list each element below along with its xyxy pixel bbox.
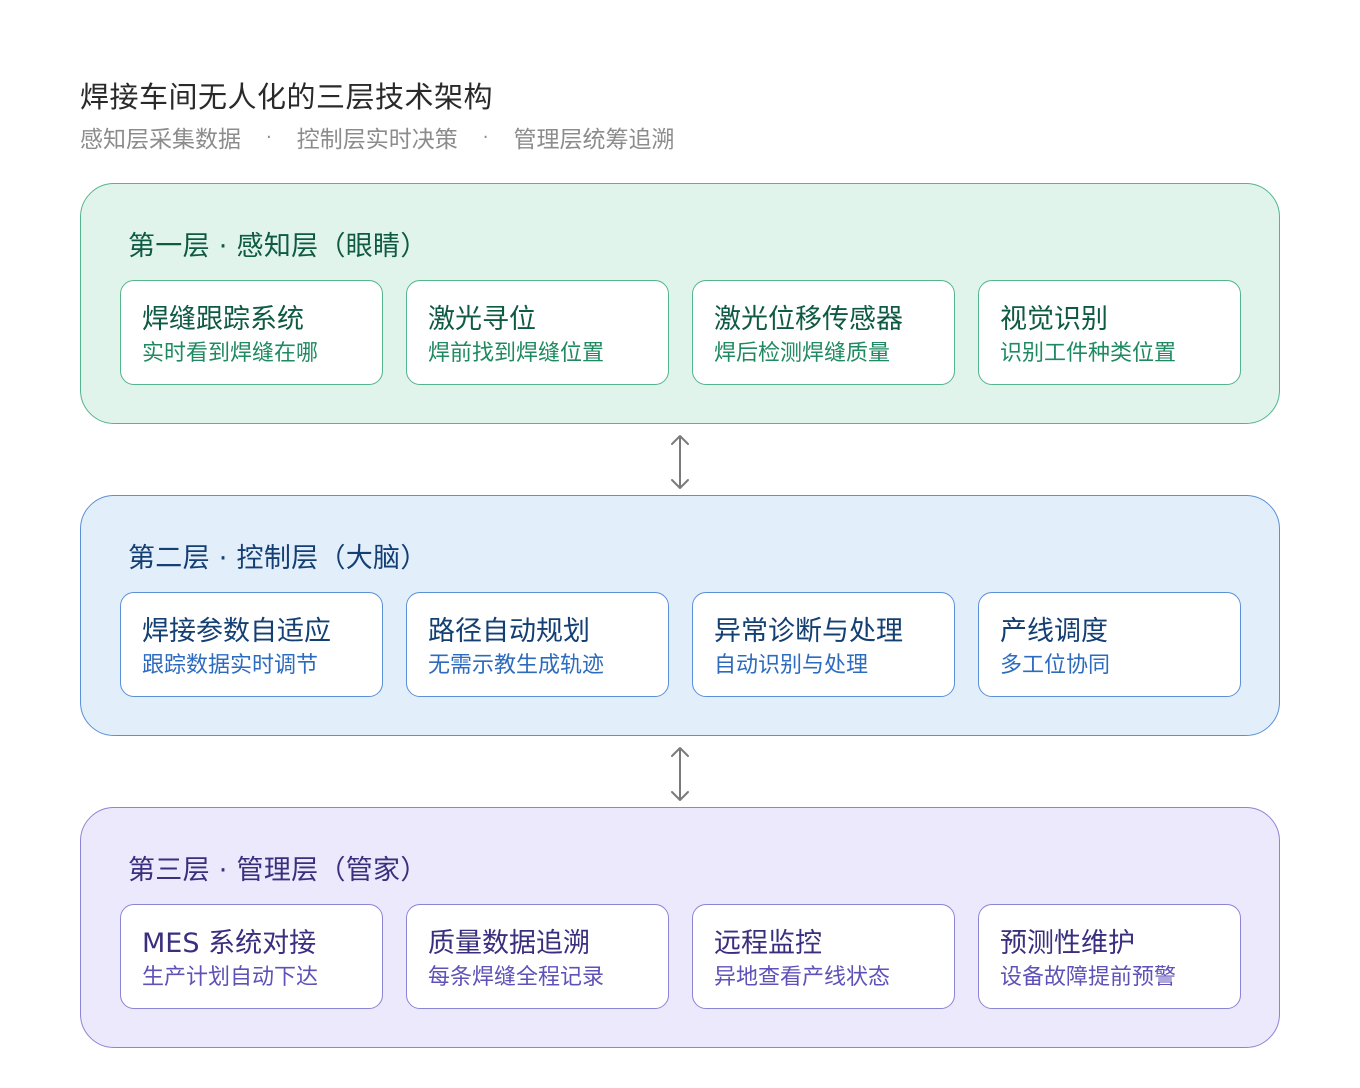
card-desc: 跟踪数据实时调节: [142, 653, 319, 678]
card-desc: 每条焊缝全程记录: [428, 965, 605, 990]
card-fault-diagnosis: 异常诊断与处理 自动识别与处理: [692, 592, 955, 697]
card-title: 异常诊断与处理: [714, 616, 903, 647]
card-vision-recognition: 视觉识别 识别工件种类位置: [978, 280, 1241, 385]
layer-title: 第二层 · 控制层（大脑）: [128, 543, 428, 574]
card-predictive-maintenance: 预测性维护 设备故障提前预警: [978, 904, 1241, 1009]
card-title: 焊缝跟踪系统: [142, 304, 304, 335]
layer-management: 第三层 · 管理层（管家） MES 系统对接 生产计划自动下达 质量数据追溯 每…: [80, 807, 1280, 1048]
card-desc: 无需示教生成轨迹: [428, 653, 605, 678]
card-quality-traceability: 质量数据追溯 每条焊缝全程记录: [406, 904, 669, 1009]
card-line-scheduling: 产线调度 多工位协同: [978, 592, 1241, 697]
card-laser-displacement-sensor: 激光位移传感器 焊后检测焊缝质量: [692, 280, 955, 385]
diagram-subtitle: 感知层采集数据 · 控制层实时决策 · 管理层统筹追溯: [80, 120, 674, 154]
card-desc: 自动识别与处理: [714, 653, 869, 678]
card-title: 预测性维护: [1000, 928, 1135, 959]
card-title: 视觉识别: [1000, 304, 1108, 335]
card-title: 质量数据追溯: [428, 928, 590, 959]
diagram-title: 焊接车间无人化的三层技术架构: [80, 80, 494, 114]
card-desc: 设备故障提前预警: [1000, 965, 1177, 990]
card-title: 产线调度: [1000, 616, 1108, 647]
layer-perception: 第一层 · 感知层（眼睛） 焊缝跟踪系统 实时看到焊缝在哪 激光寻位 焊前找到焊…: [80, 183, 1280, 424]
card-laser-seeking: 激光寻位 焊前找到焊缝位置: [406, 280, 669, 385]
card-title: 激光寻位: [428, 304, 536, 335]
layer-title: 第三层 · 管理层（管家）: [128, 855, 428, 886]
card-title: 远程监控: [714, 928, 822, 959]
double-arrow-vertical-icon: [671, 435, 689, 489]
subtitle-separator: ·: [266, 126, 272, 148]
card-title: 焊接参数自适应: [142, 616, 331, 647]
card-desc: 识别工件种类位置: [1000, 341, 1177, 366]
card-desc: 实时看到焊缝在哪: [142, 341, 319, 366]
card-desc: 多工位协同: [1000, 653, 1111, 678]
card-path-planning: 路径自动规划 无需示教生成轨迹: [406, 592, 669, 697]
layer-title: 第一层 · 感知层（眼睛）: [128, 231, 428, 262]
card-desc: 生产计划自动下达: [142, 965, 319, 990]
card-desc: 焊后检测焊缝质量: [714, 341, 891, 366]
card-title: MES 系统对接: [142, 928, 317, 959]
card-title: 激光位移传感器: [714, 304, 903, 335]
subtitle-item-management: 管理层统筹追溯: [513, 127, 675, 153]
layer-control: 第二层 · 控制层（大脑） 焊接参数自适应 跟踪数据实时调节 路径自动规划 无需…: [80, 495, 1280, 736]
card-mes-integration: MES 系统对接 生产计划自动下达: [120, 904, 383, 1009]
double-arrow-vertical-icon: [671, 747, 689, 801]
card-remote-monitoring: 远程监控 异地查看产线状态: [692, 904, 955, 1009]
card-desc: 异地查看产线状态: [714, 965, 891, 990]
card-desc: 焊前找到焊缝位置: [428, 341, 605, 366]
card-title: 路径自动规划: [428, 616, 590, 647]
card-adaptive-parameters: 焊接参数自适应 跟踪数据实时调节: [120, 592, 383, 697]
subtitle-item-perception: 感知层采集数据: [80, 127, 241, 153]
subtitle-separator: ·: [482, 126, 489, 148]
subtitle-item-control: 控制层实时决策: [296, 127, 458, 153]
card-seam-tracking: 焊缝跟踪系统 实时看到焊缝在哪: [120, 280, 383, 385]
